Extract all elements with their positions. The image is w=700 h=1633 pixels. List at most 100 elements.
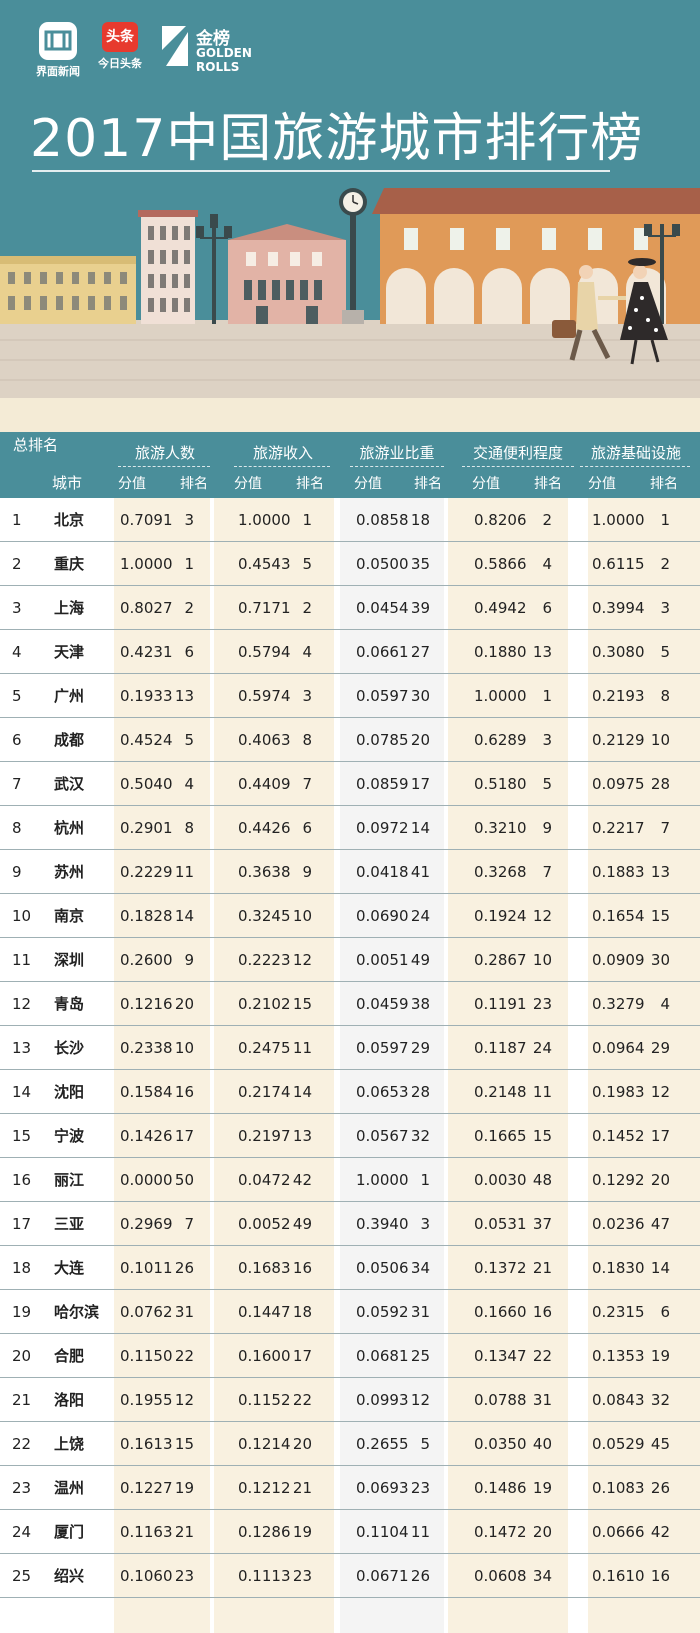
table-row: 2 重庆 1.0000 1 0.4543 5 0.0500 35 0.5866 4 0.6115 2 [0,542,700,586]
infrastructure-score: 1.0000 [592,511,645,529]
infrastructure-score: 0.1883 [592,863,645,881]
street-scene-illustration [0,188,700,432]
visitors-rank: 8 [184,819,194,837]
visitors-score: 0.8027 [120,599,173,617]
industry-share-score: 0.0567 [356,1127,409,1145]
overall-rank: 6 [12,731,22,749]
visitors-rank: 4 [184,775,194,793]
transport-rank: 15 [532,1127,552,1145]
transport-rank: 5 [542,775,552,793]
transport-score: 0.1472 [474,1523,527,1541]
table-row: 12 青岛 0.1216 20 0.2102 15 0.0459 38 0.1191 23 0.32… [0,982,700,1026]
table-row: 24 厦门 0.1163 21 0.1286 19 0.1104 11 0.1472 20 0.06… [0,1510,700,1554]
revenue-rank: 19 [292,1523,312,1541]
infrastructure-score: 0.3080 [592,643,645,661]
sub-header-rank: 排名 [534,476,562,492]
infrastructure-score: 0.0666 [592,1523,645,1541]
header-dashed-rule [234,466,330,467]
transport-score: 0.6289 [474,731,527,749]
revenue-score: 0.2174 [238,1083,291,1101]
infrastructure-score: 0.2315 [592,1303,645,1321]
table-row: 6 成都 0.4524 5 0.4063 8 0.0785 20 0.6289 3 0.2129 10 [0,718,700,762]
revenue-score: 0.0052 [238,1215,291,1233]
header-dashed-rule [580,466,690,467]
overall-rank: 8 [12,819,22,837]
infrastructure-rank: 16 [650,1567,670,1585]
city-name: 青岛 [54,995,85,1013]
revenue-score: 0.0472 [238,1171,291,1189]
transport-score: 0.0030 [474,1171,527,1189]
transport-score: 0.1665 [474,1127,527,1145]
industry-share-score: 0.0653 [356,1083,409,1101]
city-name: 厦门 [54,1523,85,1541]
city-name: 三亚 [54,1215,85,1233]
transport-rank: 10 [532,951,552,969]
revenue-rank: 2 [302,599,312,617]
infrastructure-score: 0.1610 [592,1567,645,1585]
revenue-rank: 7 [302,775,312,793]
infrastructure-rank: 30 [650,951,670,969]
transport-rank: 21 [532,1259,552,1277]
city-name: 长沙 [54,1039,85,1057]
industry-share-rank: 34 [410,1259,430,1277]
revenue-rank: 13 [292,1127,312,1145]
infrastructure-score: 0.0964 [592,1039,645,1057]
industry-share-rank: 35 [410,555,430,573]
industry-share-score: 0.0972 [356,819,409,837]
table-row: 13 长沙 0.2338 10 0.2475 11 0.0597 29 0.1187 24 0.09… [0,1026,700,1070]
revenue-score: 0.1152 [238,1391,291,1409]
visitors-score: 1.0000 [120,555,173,573]
industry-share-rank: 27 [410,643,430,661]
industry-share-score: 0.2655 [356,1435,409,1453]
revenue-score: 0.4063 [238,731,291,749]
infrastructure-rank: 6 [660,1303,670,1321]
industry-share-rank: 38 [410,995,430,1013]
visitors-score: 0.0762 [120,1303,173,1321]
overall-rank: 16 [12,1171,32,1189]
city-name: 洛阳 [54,1391,85,1409]
header-dashed-rule [350,466,444,467]
transport-score: 0.1486 [474,1479,527,1497]
infrastructure-score: 0.2193 [592,687,645,705]
industry-share-score: 0.0993 [356,1391,409,1409]
city-name: 温州 [54,1479,85,1497]
visitors-rank: 12 [174,1391,194,1409]
transport-rank: 23 [532,995,552,1013]
city-name: 北京 [54,511,85,529]
transport-rank: 1 [542,687,552,705]
revenue-score: 0.1214 [238,1435,291,1453]
infrastructure-rank: 45 [650,1435,670,1453]
revenue-rank: 5 [302,555,312,573]
visitors-score: 0.0000 [120,1171,173,1189]
visitors-rank: 1 [184,555,194,573]
transport-score: 0.0788 [474,1391,527,1409]
revenue-rank: 16 [292,1259,312,1277]
visitors-rank: 6 [184,643,194,661]
revenue-rank: 6 [302,819,312,837]
overall-rank: 2 [12,555,22,573]
industry-share-score: 0.0506 [356,1259,409,1277]
visitors-score: 0.4524 [120,731,173,749]
revenue-score: 0.1113 [238,1567,291,1585]
overall-rank: 5 [12,687,22,705]
overall-rank: 24 [12,1523,32,1541]
transport-rank: 40 [532,1435,552,1453]
industry-share-score: 0.0681 [356,1347,409,1365]
overall-rank: 3 [12,599,22,617]
infrastructure-score: 0.3279 [592,995,645,1013]
city-name: 合肥 [54,1347,85,1365]
overall-rank: 9 [12,863,22,881]
industry-share-score: 0.0418 [356,863,409,881]
industry-share-score: 0.0858 [356,511,409,529]
transport-rank: 12 [532,907,552,925]
revenue-rank: 15 [292,995,312,1013]
sub-header-score: 分值 [118,476,146,492]
visitors-score: 0.2901 [120,819,173,837]
sub-header-score: 分值 [588,476,616,492]
revenue-rank: 3 [302,687,312,705]
visitors-score: 0.7091 [120,511,173,529]
industry-share-rank: 18 [410,511,430,529]
infrastructure-score: 0.0529 [592,1435,645,1453]
revenue-rank: 9 [302,863,312,881]
transport-rank: 3 [542,731,552,749]
